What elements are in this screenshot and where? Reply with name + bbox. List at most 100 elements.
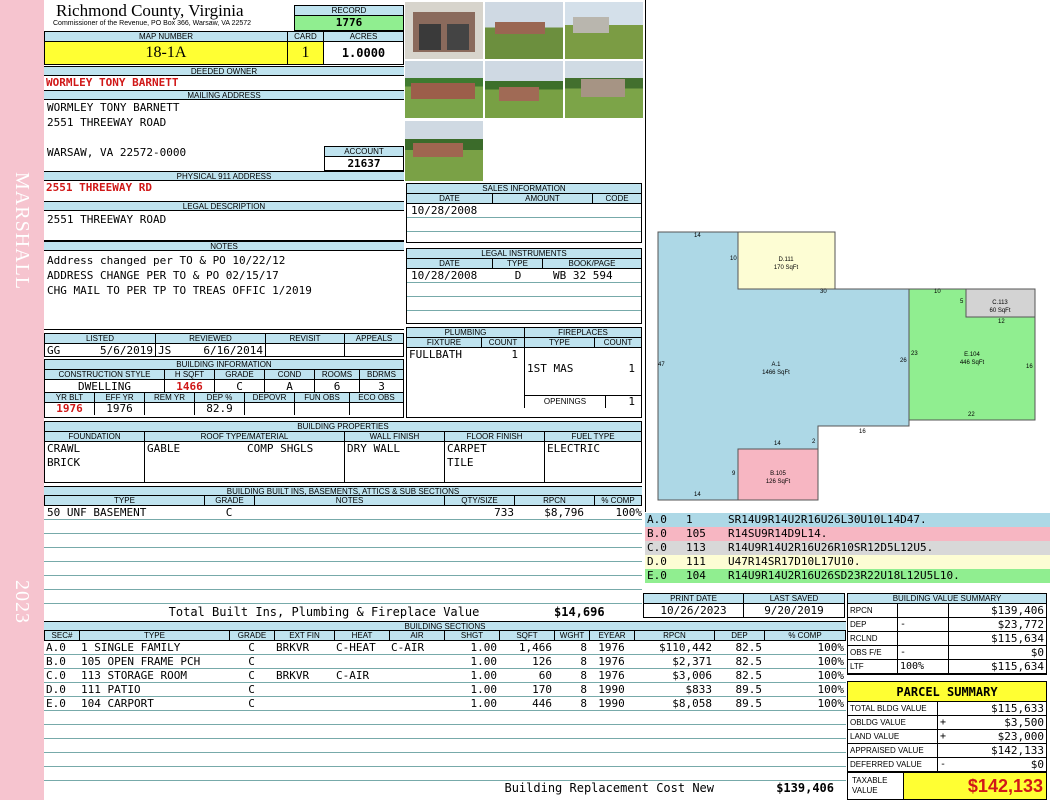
- map-label: MAP NUMBER: [45, 32, 288, 41]
- parcel-summary-row: LAND VALUE + $23,000: [848, 730, 1046, 744]
- bdrms: 3: [378, 380, 385, 392]
- built-ins-total-label: Total Built Ins, Plumbing & Fireplace Va…: [168, 605, 480, 619]
- ps-sign: -: [940, 759, 947, 770]
- deeded-owner: WORMLEY TONY BARNETT: [46, 76, 179, 89]
- section-cell: 113 STORAGE ROOM: [81, 669, 187, 682]
- section-cell: 1.00: [470, 683, 498, 696]
- property-photo-4[interactable]: [405, 61, 483, 118]
- taxable-label: TAXABLE: [852, 776, 888, 785]
- print-date: 10/26/2023: [644, 604, 744, 617]
- property-photo-7[interactable]: [405, 121, 483, 181]
- label-fp-count: COUNT: [603, 338, 633, 347]
- section-cell: [389, 669, 444, 682]
- label-cond: COND: [265, 370, 315, 379]
- section-cell: 1976: [598, 669, 625, 682]
- deeded-owner-label: DEEDED OWNER: [44, 66, 404, 76]
- label-instr-date: DATE: [407, 259, 493, 268]
- section-cell: 8: [580, 669, 587, 682]
- section-cell: 1.00: [470, 655, 498, 668]
- fun-obs: [295, 403, 350, 415]
- section-col-header: SQFT: [500, 631, 555, 640]
- plumbing-title: PLUMBING: [407, 328, 524, 338]
- depovr: [245, 403, 295, 415]
- dim-2: 10: [730, 256, 737, 262]
- print-date-label: PRINT DATE: [644, 594, 744, 603]
- ps-sign: +: [940, 717, 947, 728]
- section-col-header: GRADE: [230, 631, 275, 640]
- legal-description-label: LEGAL DESCRIPTION: [44, 201, 404, 211]
- section-cell: [334, 683, 389, 696]
- vs-label: DEP: [848, 618, 898, 631]
- listed-label: LISTED: [45, 334, 156, 343]
- dates-box: PRINT DATE LAST SAVED 10/26/2023 9/20/2019: [643, 593, 845, 618]
- section-col-header: TYPE: [80, 631, 230, 640]
- segment-row-b: B.0 105 R14SU9R14D9L14.: [645, 527, 1050, 541]
- bi-grade: C: [225, 506, 233, 519]
- section-cell: A.0: [46, 641, 66, 654]
- ps-label: APPRAISED VALUE: [848, 744, 938, 757]
- bi-notes: [254, 506, 444, 519]
- section-cell: D.0: [46, 683, 66, 696]
- segment-path: R14U9R14U2R16U26R10SR12D5L12U5.: [728, 541, 934, 554]
- legal-instruments-title: LEGAL INSTRUMENTS: [407, 249, 641, 259]
- label-fixture: FIXTURE: [407, 338, 482, 347]
- eff-yr: 1976: [95, 403, 145, 415]
- property-photo-1[interactable]: [405, 2, 483, 59]
- sketch-sqft-c: 60 SqFt: [989, 308, 1011, 314]
- section-cell: 8: [580, 655, 587, 668]
- last-saved-label: LAST SAVED: [769, 594, 819, 603]
- segment-path: R14U9R14U2R16U26SD23R22U18L12U5L10.: [728, 569, 960, 582]
- label-bi-qty: QTY/SIZE: [445, 496, 515, 505]
- section-cell: BRKVR: [276, 669, 310, 682]
- ps-sign: [938, 744, 952, 757]
- label-fuel-type: FUEL TYPE: [571, 432, 615, 441]
- wall-finish: DRY WALL: [345, 442, 445, 482]
- value-summary-row: OBS F/E - $0: [848, 646, 1046, 660]
- building-props-title: BUILDING PROPERTIES: [45, 422, 641, 432]
- segment-num: 1: [686, 513, 693, 526]
- section-cell: 1,466: [518, 641, 552, 654]
- property-photo-5[interactable]: [485, 61, 563, 118]
- section-row: B.0 105 OPEN FRAME PCH C 1.00 126 8 1976 $2,371…: [44, 655, 846, 669]
- sketch-drawing: [657, 231, 1036, 501]
- acres-value: 1.0000: [341, 46, 386, 60]
- parcel-summary: PARCEL SUMMARY TOTAL BLDG VALUE $115,633 O…: [847, 681, 1047, 800]
- section-row: C.0 113 STORAGE ROOM C BRKVR C-AIR 1.00 60 8 197…: [44, 669, 846, 683]
- taxable-value: $142,133: [904, 773, 1046, 799]
- sales-information: SALES INFORMATION DATE AMOUNT CODE 10/28…: [406, 183, 642, 243]
- section-cell: 100%: [817, 683, 845, 696]
- label-wall-finish: WALL FINISH: [345, 432, 445, 441]
- building-sections: BUILDING SECTIONS SEC# TYPE GRADE EXT FIN HE…: [44, 621, 846, 800]
- sketch-label-d: D.111: [778, 257, 794, 263]
- section-cell: 1.00: [470, 669, 498, 682]
- property-photo-2[interactable]: [485, 2, 563, 59]
- instr-date: 10/28/2008: [411, 269, 478, 282]
- section-row: A.0 1 SINGLE FAMILY C BRKVR C-HEAT C-AIR 1.00 1…: [44, 641, 846, 655]
- label-grade: GRADE: [215, 370, 265, 379]
- segment-path: SR14U9R14U2R16U26L30U10L14D47.: [728, 513, 927, 526]
- label-sale-amount: AMOUNT: [493, 194, 593, 203]
- dim-5: 5: [960, 299, 964, 305]
- section-cell: 100%: [817, 669, 845, 682]
- label-eco-obs: ECO OBS: [358, 393, 395, 402]
- ps-label: OBLDG VALUE: [848, 716, 938, 729]
- ps-label: TOTAL BLDG VALUE: [848, 702, 938, 715]
- label-sale-code: CODE: [605, 194, 629, 203]
- openings-count: 1: [605, 396, 641, 408]
- property-photo-6[interactable]: [565, 61, 643, 118]
- section-col-header: HEAT: [335, 631, 390, 640]
- section-cell: 100%: [817, 641, 845, 654]
- segment-num: 113: [686, 541, 706, 554]
- replacement-cost-value: $139,406: [776, 781, 834, 795]
- dim-4: 10: [934, 289, 941, 295]
- label-eff-yr: EFF YR: [95, 393, 145, 402]
- fuel-type: ELECTRIC: [547, 442, 600, 455]
- dim-9: 26: [900, 358, 907, 364]
- section-cell: [389, 697, 444, 710]
- note-3: CHG MAIL TO PER TP TO TREAS OFFIC 1/2019: [47, 284, 312, 297]
- ps-value: $23,000: [997, 730, 1044, 743]
- bi-type: 50 UNF BASEMENT: [47, 506, 147, 519]
- section-col-header: DEP: [715, 631, 765, 640]
- note-2: ADDRESS CHANGE PER TO & PO 02/15/17: [47, 269, 279, 282]
- property-photo-3[interactable]: [565, 2, 643, 59]
